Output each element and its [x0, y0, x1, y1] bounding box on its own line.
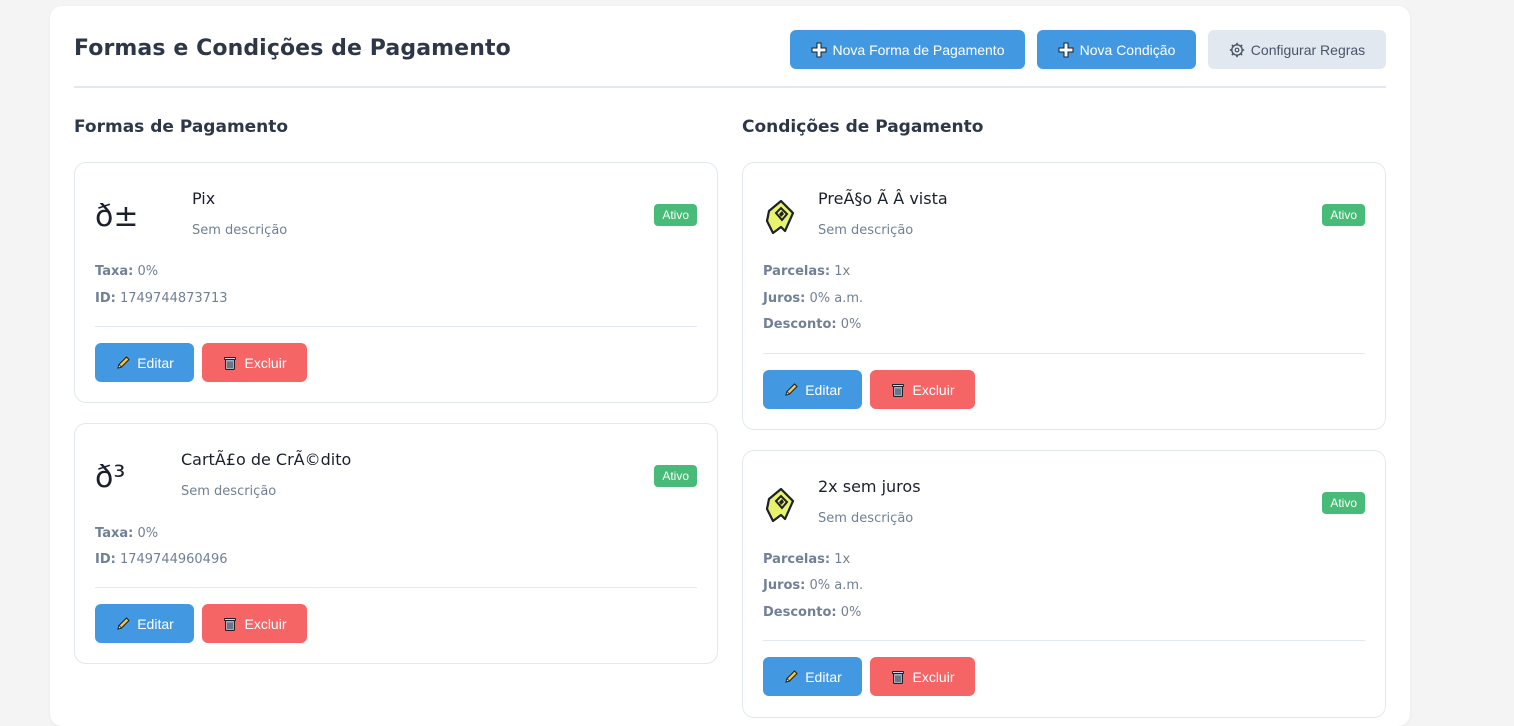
status-badge: Ativo — [1322, 204, 1365, 226]
configure-rules-button[interactable]: Configurar Regras — [1208, 30, 1386, 69]
plus-icon — [1058, 42, 1074, 57]
new-payment-method-button[interactable]: Nova Forma de Pagamento — [790, 30, 1025, 69]
delete-label: Excluir — [912, 668, 955, 685]
payment-condition-card: PreÃ§o Ã Â vista Sem descrição Ativo Par… — [742, 162, 1386, 430]
delete-button[interactable]: Excluir — [202, 343, 307, 382]
delete-button[interactable]: Excluir — [870, 657, 975, 696]
payment-method-name: CartÃ£o de CrÃ©dito — [181, 450, 352, 469]
payment-condition-card: 2x sem juros Sem descrição Ativo Parcela… — [742, 450, 1386, 718]
discount-row: Desconto: 0% — [763, 605, 861, 620]
fee-label: Taxa: — [95, 526, 134, 541]
trash-icon — [224, 356, 237, 370]
plus-icon — [811, 42, 826, 57]
edit-button[interactable]: Editar — [95, 604, 194, 643]
card-divider — [763, 640, 1365, 641]
new-condition-label: Nova Condição — [1079, 41, 1176, 58]
discount-label: Desconto: — [763, 605, 837, 620]
payment-conditions-title: Condições de Pagamento — [742, 117, 984, 137]
payment-method-card: ð³ CartÃ£o de CrÃ©dito Sem descrição Ati… — [74, 423, 718, 664]
id-row: ID: 1749744960496 — [95, 552, 228, 567]
payment-method-card: ð± Pix Sem descrição Ativo Taxa: 0% ID: … — [74, 162, 718, 403]
interest-value: 0% a.m. — [809, 578, 864, 593]
edit-button[interactable]: Editar — [763, 370, 862, 409]
fee-value: 0% — [137, 526, 159, 541]
new-payment-method-label: Nova Forma de Pagamento — [832, 41, 1005, 58]
trash-icon — [892, 383, 905, 397]
discount-row: Desconto: 0% — [763, 317, 861, 332]
card-divider — [95, 326, 697, 327]
new-condition-button[interactable]: Nova Condição — [1037, 30, 1196, 69]
payment-condition-description: Sem descrição — [818, 223, 914, 238]
pencil-icon — [117, 616, 130, 630]
payment-methods-title: Formas de Pagamento — [74, 117, 289, 137]
id-row: ID: 1749744873713 — [95, 291, 228, 306]
fee-label: Taxa: — [95, 264, 134, 279]
payment-method-description: Sem descrição — [181, 484, 277, 499]
status-badge: Ativo — [654, 204, 697, 226]
card-divider — [763, 353, 1365, 354]
payment-method-icon: ð³ — [95, 460, 126, 495]
edit-label: Editar — [805, 668, 842, 685]
id-value: 1749744873713 — [119, 291, 228, 306]
delete-label: Excluir — [244, 615, 287, 632]
page-header: Formas e Condições de Pagamento Nova For… — [74, 6, 1386, 88]
edit-button[interactable]: Editar — [763, 657, 862, 696]
payment-condition-icon — [765, 199, 795, 235]
installments-row: Parcelas: 1x — [763, 552, 850, 567]
fee-row: Taxa: 0% — [95, 526, 158, 541]
payment-condition-icon — [765, 487, 795, 523]
edit-label: Editar — [137, 615, 174, 632]
pencil-icon — [785, 669, 798, 683]
pencil-icon — [785, 382, 798, 396]
edit-button[interactable]: Editar — [95, 343, 194, 382]
trash-icon — [224, 617, 237, 631]
installments-label: Parcelas: — [763, 264, 831, 279]
interest-row: Juros: 0% a.m. — [763, 578, 863, 593]
status-badge: Ativo — [1322, 492, 1365, 514]
id-value: 1749744960496 — [119, 552, 228, 567]
payment-method-icon: ð± — [95, 199, 139, 234]
payment-condition-description: Sem descrição — [818, 511, 914, 526]
installments-value: 1x — [834, 264, 851, 279]
interest-label: Juros: — [763, 578, 806, 593]
delete-label: Excluir — [912, 381, 955, 398]
pencil-icon — [117, 355, 130, 369]
interest-label: Juros: — [763, 291, 806, 306]
payment-condition-name: PreÃ§o Ã Â vista — [818, 189, 948, 208]
status-badge: Ativo — [654, 465, 697, 487]
payment-condition-name: 2x sem juros — [818, 477, 921, 496]
edit-label: Editar — [805, 381, 842, 398]
fee-value: 0% — [137, 264, 159, 279]
payment-settings-panel: Formas e Condições de Pagamento Nova For… — [50, 6, 1410, 726]
configure-rules-label: Configurar Regras — [1250, 41, 1366, 58]
edit-label: Editar — [137, 354, 174, 371]
gear-icon — [1229, 42, 1244, 57]
fee-row: Taxa: 0% — [95, 264, 158, 279]
installments-value: 1x — [834, 552, 851, 567]
interest-row: Juros: 0% a.m. — [763, 291, 863, 306]
trash-icon — [892, 670, 905, 684]
delete-button[interactable]: Excluir — [202, 604, 307, 643]
payment-method-name: Pix — [192, 189, 216, 208]
installments-label: Parcelas: — [763, 552, 831, 567]
discount-label: Desconto: — [763, 317, 837, 332]
delete-button[interactable]: Excluir — [870, 370, 975, 409]
card-divider — [95, 587, 697, 588]
discount-value: 0% — [840, 317, 862, 332]
installments-row: Parcelas: 1x — [763, 264, 850, 279]
id-label: ID: — [95, 291, 116, 306]
discount-value: 0% — [840, 605, 862, 620]
page-title: Formas e Condições de Pagamento — [74, 36, 511, 61]
delete-label: Excluir — [244, 354, 287, 371]
id-label: ID: — [95, 552, 116, 567]
payment-method-description: Sem descrição — [192, 223, 288, 238]
interest-value: 0% a.m. — [809, 291, 864, 306]
